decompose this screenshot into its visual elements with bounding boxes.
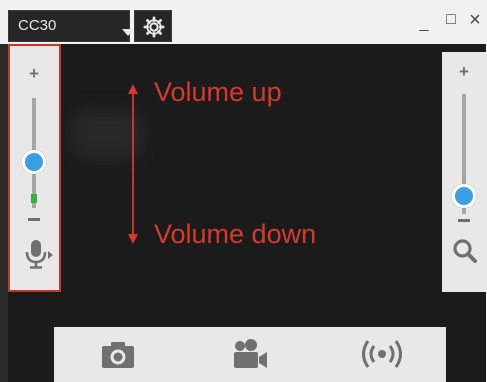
video-camera-icon[interactable] (230, 337, 270, 371)
zoom-panel: + (442, 52, 487, 292)
volume-minus-button[interactable] (28, 218, 40, 221)
volume-up-label: Volume up (154, 77, 282, 107)
chevron-down-icon (122, 29, 134, 36)
window-edge (0, 44, 8, 382)
maximize-button[interactable]: □ (443, 12, 459, 28)
volume-slider-knob[interactable] (22, 149, 46, 174)
title-bar: CC30 _ □ × (0, 0, 487, 44)
volume-panel: + (8, 44, 61, 292)
zoom-minus-button[interactable] (458, 219, 470, 222)
settings-button[interactable] (134, 10, 172, 42)
search-icon[interactable] (452, 238, 478, 264)
zoom-plus-button[interactable]: + (454, 63, 474, 80)
annotation-arrow (128, 84, 138, 244)
mic-level-meter (31, 194, 37, 203)
close-button[interactable]: × (467, 10, 483, 30)
device-name: CC30 (18, 17, 57, 34)
broadcast-icon[interactable] (358, 337, 406, 371)
capture-toolbar (54, 327, 446, 382)
microphone-icon[interactable] (24, 238, 54, 270)
camera-icon[interactable] (100, 337, 136, 371)
minimize-button[interactable]: _ (416, 16, 432, 32)
app-window: CC30 _ □ × + + Volume up Volume down (0, 0, 487, 382)
device-select[interactable]: CC30 (8, 10, 134, 42)
gear-icon (143, 16, 165, 38)
volume-plus-button[interactable]: + (24, 65, 44, 82)
volume-down-label: Volume down (154, 219, 317, 249)
small-play-arrow-icon (48, 251, 53, 259)
zoom-slider-knob[interactable] (452, 184, 476, 208)
